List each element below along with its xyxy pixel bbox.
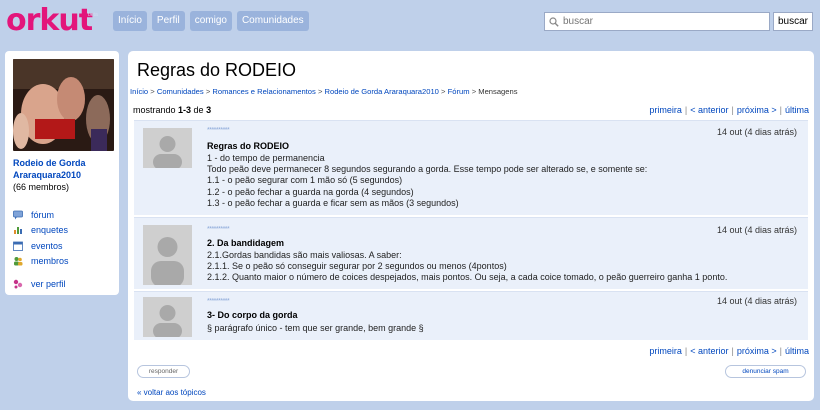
top-nav: Início Perfil comigo Comunidades [113,11,309,31]
reply-button[interactable]: responder [137,365,190,378]
post-date: 14 out (4 dias atrás) [716,296,797,306]
post-title: 2. Da bandidagem [207,238,285,248]
post-body: 1 - do tempo de permanencia Todo peão de… [207,153,647,209]
breadcrumb-item-community[interactable]: Rodeio de Gorda Araraquara2010 [325,87,439,96]
profile-icon [13,279,23,289]
author-name-link[interactable]: ********** [207,226,230,233]
pager-last[interactable]: última [785,346,809,356]
nav-tab-comunidades[interactable]: Comunidades [236,11,309,31]
post-date: 14 out (4 dias atrás) [716,127,797,137]
search-icon [549,16,559,27]
community-photo-image [13,59,114,151]
pager-prev[interactable]: < anterior [690,346,728,356]
forum-icon [13,210,23,220]
post-line: 2.1.2. Quanto maior o número de coices d… [207,272,728,283]
post-line: Todo peão deve permanecer 8 segundos seg… [207,164,648,175]
sidebar-item-label: eventos [31,240,63,251]
report-spam-button[interactable]: denunciar spam [725,365,806,378]
breadcrumb: Início > Comunidades > Romances e Relaci… [130,87,518,96]
post-line: 1.2 - o peão fechar a guarda na gorda (4… [207,186,414,197]
author-avatar[interactable] [143,225,192,285]
nav-tab-inicio[interactable]: Início [113,11,147,31]
default-avatar-icon [143,297,192,337]
results-prefix: mostrando [133,105,179,115]
pager-first[interactable]: primeira [649,105,682,115]
sidebar-item-label: membros [31,256,69,267]
view-profile-link[interactable]: ver perfil [13,276,111,292]
sidebar-links: fórum enquetes eventos membros ver perfi… [13,207,111,292]
default-avatar-icon [143,225,192,285]
pager-first[interactable]: primeira [649,346,682,356]
logo-beta-label: beta [88,12,98,18]
post-date: 14 out (4 dias atrás) [716,225,797,235]
results-of: de [191,105,207,115]
breadcrumb-item-forum[interactable]: Fórum [448,87,470,96]
post-body: 2.1.Gordas bandidas são mais valiosas. A… [207,250,727,284]
page-title: Regras do RODEIO [137,60,297,80]
community-name-link[interactable]: Rodeio de Gorda Araraquara2010 [13,157,111,181]
search-input[interactable] [563,16,763,27]
forum-post: ********** 14 out (4 dias atrás) 2. Da b… [134,217,808,289]
post-line: 1.1 - o peão segurar com 1 mão só (5 seg… [207,175,403,186]
forum-topic-panel: Regras do RODEIO Início > Comunidades > … [128,51,814,401]
poll-icon [14,227,22,235]
author-avatar[interactable] [143,297,192,337]
forum-post: ********** 14 out (4 dias atrás) 3- Do c… [134,291,808,340]
back-to-topics-link[interactable]: « voltar aos tópicos [137,388,206,397]
orkut-logo[interactable]: orkut [6,3,93,38]
sidebar-item-membros[interactable]: membros [13,254,111,270]
results-count: mostrando 1-3 de 3 [133,105,211,115]
sidebar-item-label: fórum [31,209,55,220]
search-box [544,12,770,31]
members-icon [14,257,23,266]
results-range: 1-3 [178,105,192,115]
post-title: Regras do RODEIO [207,141,290,151]
results-total: 3 [206,105,212,115]
forum-post: ********** 14 out (4 dias atrás) Regras … [134,120,808,215]
post-title: 3- Do corpo da gorda [207,310,298,320]
author-name-link[interactable]: ********** [207,127,230,134]
breadcrumb-item-current: Mensagens [478,87,518,96]
sidebar-item-eventos[interactable]: eventos [13,238,111,254]
breadcrumb-item-category[interactable]: Romances e Relacionamentos [212,87,315,96]
members-count: (66 membros) [13,182,70,192]
sidebar-item-label: enquetes [31,225,69,236]
pager-prev[interactable]: < anterior [690,105,728,115]
pager-next[interactable]: próxima > [737,346,777,356]
nav-tab-perfil[interactable]: Perfil [151,11,185,31]
sidebar-item-forum[interactable]: fórum [13,207,111,223]
search-button[interactable]: buscar [773,12,813,31]
breadcrumb-item-comunidades[interactable]: Comunidades [157,87,204,96]
pagination-top: primeira | < anterior | próxima > | última [649,105,809,115]
post-line: 2.1.Gordas bandidas são mais valiosas. A… [207,250,402,260]
calendar-icon [13,241,23,251]
community-photo[interactable] [13,59,114,151]
post-line: 2.1.1. Se o peão só conseguir segurar po… [207,261,507,272]
top-bar: orkut beta Início Perfil comigo Comunida… [0,0,820,44]
author-avatar[interactable] [143,128,192,168]
post-line: § parágrafo único - tem que ser grande, … [207,323,424,333]
pager-last[interactable]: última [785,105,809,115]
default-avatar-icon [143,128,192,168]
author-name-link[interactable]: ********** [207,298,230,305]
community-sidebar: Rodeio de Gorda Araraquara2010 (66 membr… [5,51,119,295]
post-body: § parágrafo único - tem que ser grande, … [207,323,424,334]
post-line: 1 - do tempo de permanencia [207,153,325,163]
view-profile-label: ver perfil [31,278,66,289]
sidebar-item-enquetes[interactable]: enquetes [13,223,111,239]
pager-next[interactable]: próxima > [737,105,777,115]
post-line: 1.3 - o peão fechar a guarda e ficar sem… [207,197,459,208]
nav-tab-comigo[interactable]: comigo [189,11,232,31]
pagination-bottom: primeira | < anterior | próxima > | última [649,346,809,356]
breadcrumb-item-inicio[interactable]: Início [130,87,148,96]
